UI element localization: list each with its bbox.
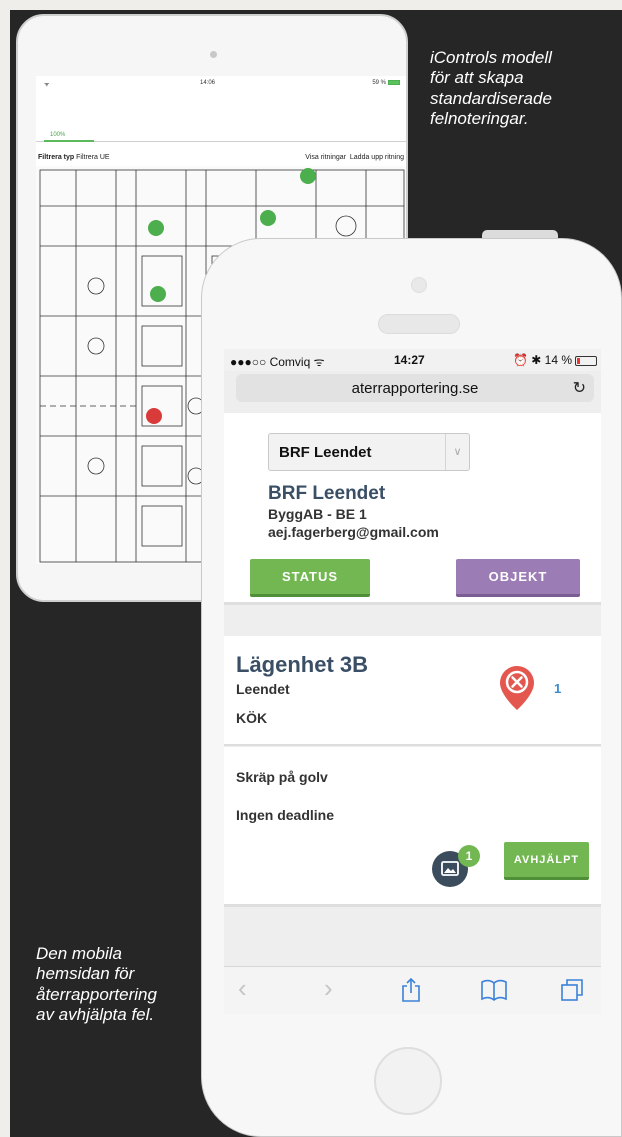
apartment-title: Lägenhet 3B: [236, 652, 369, 677]
issue-card: Skräp på golv Ingen deadline 1 AVHJÄLPT: [224, 747, 601, 907]
tabs-icon[interactable]: [560, 977, 586, 1003]
home-button[interactable]: [374, 1047, 442, 1115]
phone-camera: [411, 277, 427, 293]
carrier-label: ●●●○○ Comviq: [230, 355, 311, 369]
caption-line: Den mobila: [36, 944, 122, 963]
apartment-subtitle: Leendet: [236, 681, 290, 697]
ipad-filter-bar: Filtrera typ Filtrera UE Visa ritningar …: [36, 154, 406, 164]
filter-type-button[interactable]: Filtrera typ: [38, 154, 74, 161]
resolve-button[interactable]: AVHJÄLPT: [504, 842, 589, 880]
show-drawings-button[interactable]: Visa ritningar: [305, 154, 346, 161]
project-subtitle: ByggAB - BE 1: [268, 506, 367, 522]
chevron-down-icon: ∨: [445, 434, 469, 470]
caption-line: återrapportering: [36, 984, 157, 1004]
issue-deadline: Ingen deadline: [236, 807, 335, 823]
battery-text: 14 %: [544, 353, 572, 367]
objekt-button[interactable]: OBJEKT: [456, 559, 580, 597]
address-bar[interactable]: aterrapportering.se ↻: [236, 374, 594, 402]
caption-line: av avhjälpta fel.: [36, 1005, 155, 1025]
ipad-progress-bar: 100%: [36, 130, 406, 142]
apartment-card[interactable]: Lägenhet 3B Leendet KÖK 1: [224, 636, 601, 746]
ipad-battery-text: 59 %: [372, 80, 386, 87]
share-icon[interactable]: [400, 977, 422, 1003]
forward-icon[interactable]: ›: [324, 973, 333, 1003]
caption-line: felnoteringar.: [430, 109, 529, 129]
phone-clock: 14:27: [394, 353, 425, 367]
issue-description: Skräp på golv: [236, 769, 328, 785]
project-title: BRF Leendet: [268, 483, 386, 504]
phone-screen: ●●●○○ Comviq ᯤ 14:27 ⏰ ✱ 14 % aterrappor…: [224, 349, 601, 1014]
url-text[interactable]: aterrapportering.se: [236, 380, 594, 397]
reload-icon[interactable]: ↻: [573, 378, 586, 398]
phone-speaker: [378, 314, 460, 334]
photo-count-badge: 1: [458, 845, 480, 867]
caption-line: hemsidan för: [36, 964, 135, 984]
apartment-room: KÖK: [236, 710, 268, 726]
filter-ue-button[interactable]: Filtrera UE: [76, 154, 109, 161]
back-icon[interactable]: ‹: [238, 973, 247, 1003]
error-pin-icon[interactable]: [500, 666, 534, 710]
caption-line: iControls modell: [430, 48, 552, 67]
battery-icon: [575, 355, 597, 366]
caption-line: för att skapa: [430, 68, 524, 88]
header-card: BRF Leendet ∨ BRF Leendet ByggAB - BE 1 …: [224, 413, 601, 605]
ipad-progress-label: 100%: [50, 132, 66, 138]
project-select[interactable]: BRF Leendet ∨: [268, 433, 470, 471]
caption-mobile-site: Den mobila hemsidan för återrapportering…: [36, 944, 157, 1026]
phone-battery: ⏰ ✱ 14 %: [513, 353, 597, 367]
safari-toolbar: ‹ ›: [224, 966, 601, 1014]
project-select-value: BRF Leendet: [279, 444, 372, 461]
bluetooth-icon: ✱: [531, 353, 542, 367]
alarm-icon: ⏰: [512, 353, 528, 367]
upload-drawing-button[interactable]: Ladda upp ritning: [350, 154, 404, 161]
bookmarks-icon[interactable]: [480, 977, 508, 1003]
phone-status-bar: ●●●○○ Comviq ᯤ 14:27 ⏰ ✱ 14 %: [224, 349, 601, 371]
wifi-icon: ᯤ: [313, 355, 325, 369]
status-button[interactable]: STATUS: [250, 559, 370, 597]
ipad-battery: 59 %: [372, 80, 400, 86]
ipad-clock: 14:06: [200, 80, 216, 86]
ipad-status-bar: ᯤ 14:06 59 %: [36, 80, 406, 90]
battery-icon: [388, 80, 400, 85]
ipad-camera: [210, 51, 217, 58]
error-count: 1: [554, 681, 562, 696]
wifi-icon: ᯤ: [44, 82, 50, 88]
caption-icontrols: iControls modell för att skapa standardi…: [430, 48, 552, 130]
iphone-device: ●●●○○ Comviq ᯤ 14:27 ⏰ ✱ 14 % aterrappor…: [201, 238, 622, 1137]
caption-line: standardiserade: [430, 88, 552, 108]
carrier-text: ●●●○○ Comviq ᯤ: [230, 353, 325, 370]
user-email: aej.fagerberg@gmail.com: [268, 524, 439, 540]
